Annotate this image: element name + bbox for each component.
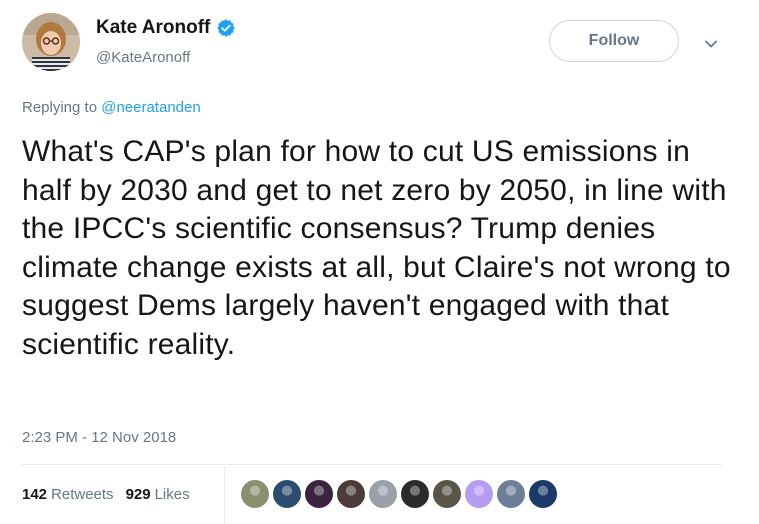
liker-avatar[interactable] [368, 479, 398, 509]
likes-label: Likes [154, 486, 190, 503]
replying-to-line: Replying to @neeratanden [22, 99, 201, 116]
liker-avatar[interactable] [432, 479, 462, 509]
author-avatar[interactable] [22, 13, 80, 71]
likes-stat[interactable]: 929 Likes [126, 486, 190, 503]
liker-avatar[interactable] [496, 479, 526, 509]
liker-avatar[interactable] [304, 479, 334, 509]
avatar-image [22, 13, 80, 71]
liker-avatars [240, 479, 560, 509]
author-display-name[interactable]: Kate Aronoff [96, 17, 210, 39]
liker-avatar[interactable] [528, 479, 558, 509]
retweets-count: 142 [22, 486, 48, 503]
stats-divider [22, 464, 722, 465]
verified-badge-icon [216, 18, 236, 38]
retweets-stat[interactable]: 142 Retweets [22, 486, 114, 503]
chevron-down-icon[interactable] [700, 33, 722, 55]
liker-avatar[interactable] [240, 479, 270, 509]
liker-avatar[interactable] [336, 479, 366, 509]
follow-button[interactable]: Follow [549, 20, 679, 62]
tweet-timestamp[interactable]: 2:23 PM - 12 Nov 2018 [22, 429, 176, 446]
liker-avatar[interactable] [464, 479, 494, 509]
liker-avatar[interactable] [400, 479, 430, 509]
retweets-label: Retweets [51, 486, 114, 503]
author-handle[interactable]: @KateAronoff [96, 49, 190, 66]
tweet-stats: 142 Retweets 929 Likes [22, 486, 202, 503]
replying-prefix: Replying to [22, 99, 102, 116]
stats-separator [224, 466, 225, 524]
likes-count: 929 [125, 486, 151, 503]
liker-avatar[interactable] [272, 479, 302, 509]
reply-to-handle-link[interactable]: @neeratanden [101, 99, 200, 116]
author-name-row: Kate Aronoff [96, 17, 236, 39]
tweet-text: What's CAP's plan for how to cut US emis… [22, 135, 731, 361]
